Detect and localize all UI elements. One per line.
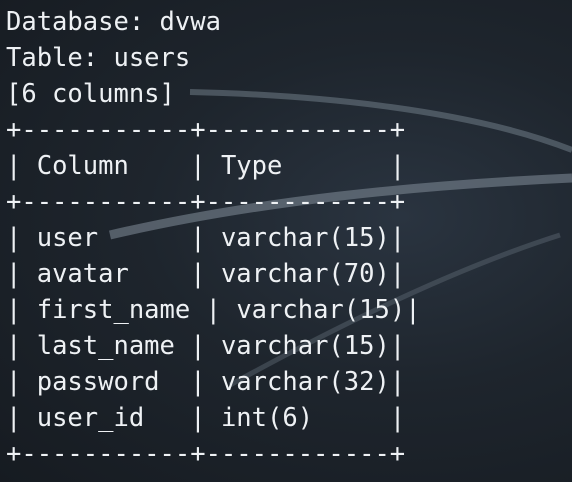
row-column-type: varchar(15) <box>236 295 406 325</box>
table-row: | user_id | int(6) | <box>6 403 406 433</box>
row-column-type: varchar(15) <box>220 331 390 361</box>
row-column-name: last_name <box>36 331 175 361</box>
column-header-column: Column <box>36 151 175 181</box>
table-row: | user | varchar(15)| <box>6 223 406 253</box>
terminal-output: Database: dvwa Table: users [6 columns] +--… <box>6 4 421 472</box>
row-column-name: password <box>36 367 175 397</box>
row-column-type: varchar(70) <box>220 259 390 289</box>
table-border-header: +-----------+------------+ <box>6 187 406 217</box>
table-border-top: +-----------+------------+ <box>6 115 406 145</box>
row-column-name: user <box>36 223 175 253</box>
table-header-row: | Column | Type | <box>6 151 406 181</box>
column-count-line: [6 columns] <box>6 79 175 109</box>
column-header-type: Type <box>220 151 390 181</box>
row-column-type: int(6) <box>220 403 390 433</box>
table-row: | password | varchar(32)| <box>6 367 406 397</box>
table-row: | first_name | varchar(15)| <box>6 295 421 325</box>
table-row: | avatar | varchar(70)| <box>6 259 406 289</box>
row-column-name: avatar <box>36 259 175 289</box>
row-column-name: first_name <box>36 295 191 325</box>
table-name-line: Table: users <box>6 43 191 73</box>
table-row: | last_name | varchar(15)| <box>6 331 406 361</box>
row-column-type: varchar(32) <box>220 367 390 397</box>
row-column-name: user_id <box>36 403 175 433</box>
row-column-type: varchar(15) <box>220 223 390 253</box>
terminal-window[interactable]: Database: dvwa Table: users [6 columns] +--… <box>0 0 572 482</box>
table-border-bottom: +-----------+------------+ <box>6 439 406 469</box>
database-line: Database: dvwa <box>6 7 221 37</box>
